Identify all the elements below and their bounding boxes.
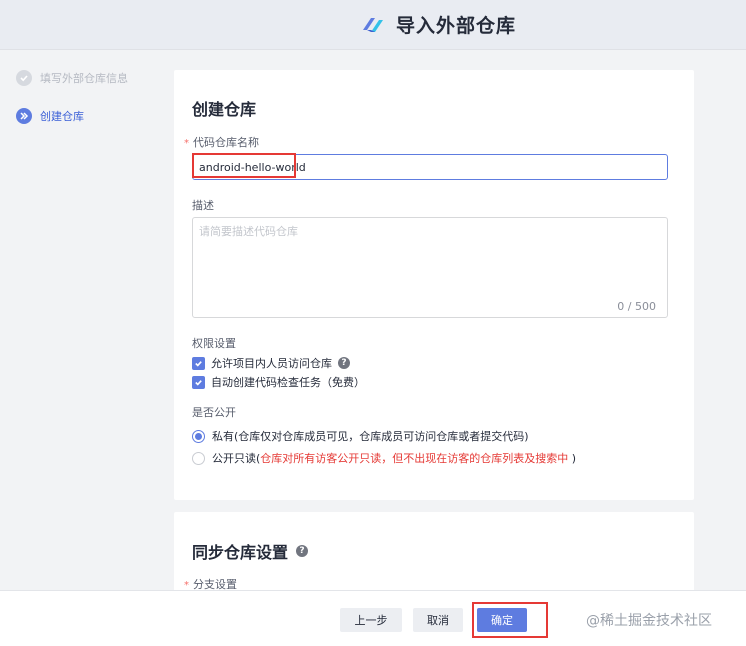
page-title: 导入外部仓库 bbox=[396, 15, 517, 37]
double-chevron-right-icon bbox=[16, 108, 32, 124]
checkbox-checked-icon bbox=[192, 375, 205, 389]
permission-label: 权限设置 bbox=[192, 337, 236, 350]
watermark: @稀土掘金技术社区 bbox=[586, 613, 712, 629]
description-label: 描述 bbox=[192, 199, 214, 212]
footer-bar: 上一步 取消 确定 @稀土掘金技术社区 bbox=[0, 590, 746, 646]
repo-name-label-text: 代码仓库名称 bbox=[193, 136, 259, 149]
cancel-button[interactable]: 取消 bbox=[413, 608, 463, 632]
repo-name-input[interactable] bbox=[192, 154, 668, 180]
devcloud-logo-icon bbox=[360, 14, 386, 36]
radio-public-readonly[interactable]: 公开只读(仓库对所有访客公开只读，但不出现在访客的仓库列表及搜索中 ) bbox=[192, 450, 576, 466]
auto-code-check-checkbox[interactable]: 自动创建代码检查任务（免费） bbox=[192, 374, 365, 390]
radio-selected-icon bbox=[192, 429, 205, 443]
description-counter: 0 / 500 bbox=[617, 300, 656, 313]
allow-project-access-checkbox[interactable]: 允许项目内人员访问仓库 ? bbox=[192, 355, 350, 371]
step-fill-external-info[interactable]: 填写外部仓库信息 bbox=[16, 70, 128, 86]
prev-step-button[interactable]: 上一步 bbox=[340, 608, 402, 632]
public-label: 是否公开 bbox=[192, 406, 236, 419]
radio-public-label: 公开只读(仓库对所有访客公开只读，但不出现在访客的仓库列表及搜索中 ) bbox=[212, 450, 576, 466]
step-label: 填写外部仓库信息 bbox=[40, 72, 128, 85]
header-title-group: 导入外部仓库 bbox=[360, 11, 516, 38]
radio-public-warning: 仓库对所有访客公开只读，但不出现在访客的仓库列表及搜索中 bbox=[260, 452, 569, 465]
description-textarea[interactable] bbox=[192, 217, 668, 318]
radio-public-suffix: ) bbox=[568, 452, 577, 465]
checkbox-label: 允许项目内人员访问仓库 bbox=[211, 357, 332, 370]
sync-title: 同步仓库设置 bbox=[192, 543, 289, 562]
required-mark: * bbox=[184, 138, 189, 149]
help-icon[interactable]: ? bbox=[338, 357, 350, 369]
confirm-button[interactable]: 确定 bbox=[477, 608, 527, 632]
step-create-repo[interactable]: 创建仓库 bbox=[16, 108, 84, 124]
radio-public-prefix: 公开只读( bbox=[212, 452, 261, 465]
step-label: 创建仓库 bbox=[40, 110, 84, 123]
help-icon[interactable]: ? bbox=[296, 545, 309, 557]
repo-name-label: * 代码仓库名称 bbox=[184, 134, 259, 150]
check-icon bbox=[16, 70, 32, 86]
page-header: 导入外部仓库 bbox=[0, 0, 746, 50]
sync-title-row: 同步仓库设置 ? bbox=[192, 539, 309, 563]
checkbox-checked-icon bbox=[192, 356, 205, 370]
create-repo-title: 创建仓库 bbox=[192, 100, 257, 119]
create-repo-card: 创建仓库 * 代码仓库名称 描述 0 / 500 权限设置 允许项目内人员访问仓库… bbox=[174, 70, 694, 500]
checkbox-label: 自动创建代码检查任务（免费） bbox=[211, 376, 365, 389]
radio-private-label: 私有(仓库仅对仓库成员可见，仓库成员可访问仓库或者提交代码) bbox=[212, 430, 529, 443]
step-sidebar: 填写外部仓库信息 创建仓库 bbox=[0, 50, 160, 590]
radio-private[interactable]: 私有(仓库仅对仓库成员可见，仓库成员可访问仓库或者提交代码) bbox=[192, 428, 529, 444]
radio-unselected-icon bbox=[192, 451, 205, 465]
